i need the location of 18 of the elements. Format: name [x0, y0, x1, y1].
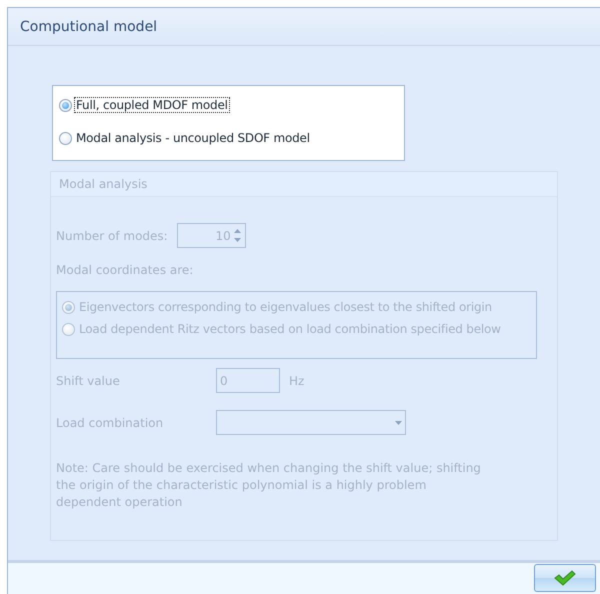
unit-label: Hz	[289, 374, 304, 388]
load-label: Load combination	[56, 416, 164, 430]
window-title: Computional model	[20, 18, 158, 34]
option-label: Load dependent Ritz vectors based on load combination specified below	[78, 321, 502, 337]
shift-label: Shift value	[56, 374, 121, 388]
option-label: Modal analysis - uncoupled SDOF model	[75, 130, 311, 146]
coords-label: Modal coordinates are:	[56, 263, 194, 277]
checkmark-icon	[554, 570, 576, 586]
group-title: Modal analysis	[59, 177, 148, 191]
dropdown-arrow-icon	[395, 420, 402, 424]
option-label: Full, coupled MDOF model	[74, 97, 230, 113]
modes-label: Number of modes:	[56, 228, 168, 242]
note-text: Note: Care should be exercised when changing the shift value; shifting the origin of the characteristic polynomial is a highly problem dependent operation	[56, 460, 482, 511]
radio-button[interactable]	[59, 98, 72, 112]
ok-button[interactable]	[534, 564, 596, 592]
option-label: Eigenvectors corresponding to eigenvalues closest to the shifted origin	[78, 299, 493, 315]
radio-button[interactable]	[59, 132, 72, 144]
spin-arrows-icon	[234, 229, 241, 242]
